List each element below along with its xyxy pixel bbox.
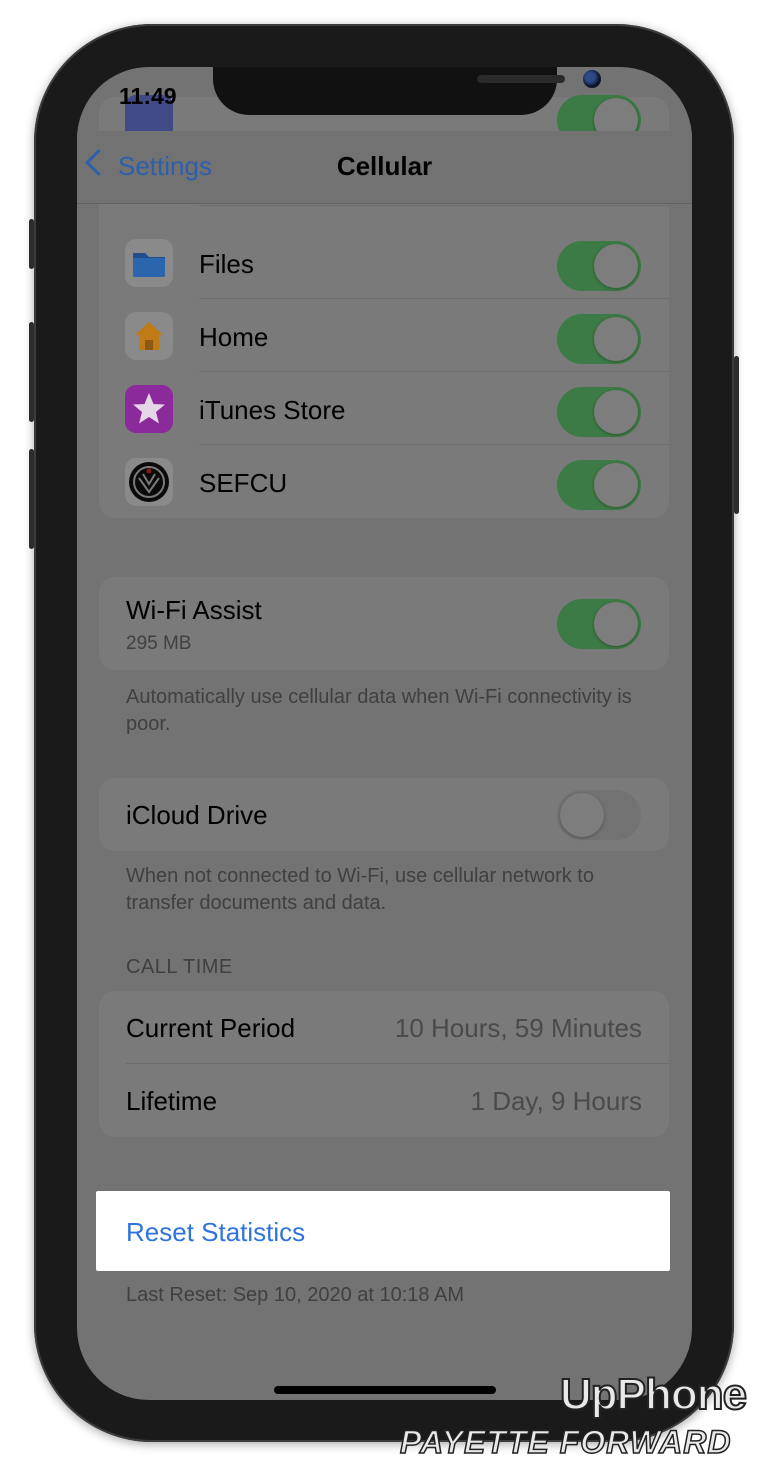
wifi-assist-group: Wi-Fi Assist 295 MB: [99, 577, 669, 670]
folder-icon: [125, 239, 173, 287]
list-item-home: Home: [99, 299, 669, 372]
sefcu-logo-icon: [125, 458, 173, 506]
volume-up-button: [29, 322, 34, 422]
home-indicator[interactable]: [274, 1386, 496, 1394]
status-bar-time: 11:49: [119, 83, 177, 109]
volume-down-button: [29, 449, 34, 549]
lifetime-value: 1 Day, 9 Hours: [470, 1086, 642, 1116]
speaker-grille: [477, 75, 565, 83]
mute-switch: [29, 219, 34, 269]
power-button: [734, 356, 739, 514]
wifi-assist-label: Wi-Fi Assist: [126, 595, 262, 625]
wifi-assist-usage: 295 MB: [126, 633, 192, 654]
last-reset-text: Last Reset: Sep 10, 2020 at 10:18 AM: [126, 1284, 465, 1306]
list-item-label: iTunes Store: [199, 395, 346, 425]
files-toggle[interactable]: [557, 241, 641, 291]
page-title: Cellular: [336, 151, 433, 181]
reset-statistics-label: Reset Statistics: [126, 1217, 306, 1247]
call-time-header: CALL TIME: [126, 956, 233, 978]
front-camera-icon: [583, 70, 601, 88]
reset-statistics-button[interactable]: Reset Statistics: [96, 1191, 670, 1271]
lifetime-label: Lifetime: [126, 1086, 218, 1116]
current-period-label: Current Period: [126, 1013, 296, 1043]
current-period-value: 10 Hours, 59 Minutes: [394, 1013, 642, 1043]
watermark-payette-forward: PAYETTE FORWARD: [399, 1423, 732, 1461]
star-icon: [125, 385, 173, 433]
icloud-drive-label: iCloud Drive: [126, 800, 268, 830]
home-toggle[interactable]: [557, 314, 641, 364]
list-item-sefcu: SEFCU: [99, 445, 669, 518]
list-item-label: SEFCU: [199, 468, 288, 498]
notch: [213, 67, 601, 115]
house-icon: [125, 312, 173, 360]
call-time-group: Current Period 10 Hours, 59 Minutes Life…: [99, 991, 669, 1137]
icloud-drive-footnote: When not connected to Wi-Fi, use cellula…: [126, 865, 594, 914]
list-item-files: Files: [99, 226, 669, 299]
icloud-drive-toggle[interactable]: [557, 790, 641, 840]
navigation-bar: Settings Cellular: [77, 131, 692, 204]
call-time-row: Current Period 10 Hours, 59 Minutes: [99, 991, 669, 1064]
list-item-label: Files: [199, 249, 254, 279]
watermark-upphone: UpPhone: [559, 1369, 748, 1420]
call-time-row: Lifetime 1 Day, 9 Hours: [99, 1064, 669, 1137]
icloud-drive-group: iCloud Drive: [99, 778, 669, 851]
list-item-itunes-store: iTunes Store: [99, 372, 669, 445]
wifi-assist-toggle[interactable]: [557, 599, 641, 649]
itunes-store-toggle[interactable]: [557, 387, 641, 437]
row-separator: [199, 205, 669, 206]
sefcu-toggle[interactable]: [557, 460, 641, 510]
list-item-label: Home: [199, 322, 269, 352]
wifi-assist-footnote: Automatically use cellular data when Wi-…: [126, 686, 632, 735]
